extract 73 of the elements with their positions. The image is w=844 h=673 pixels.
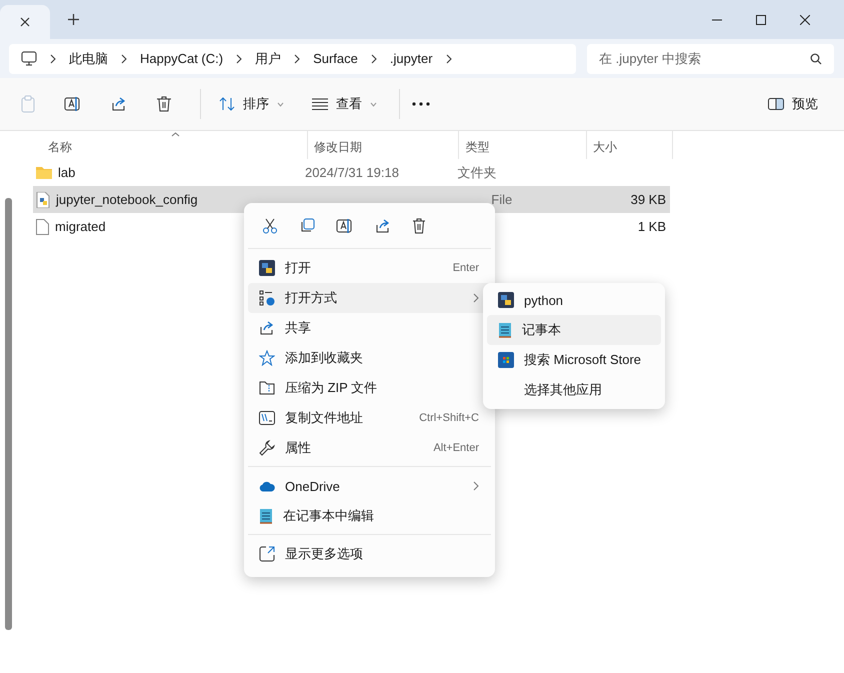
- breadcrumb[interactable]: Surface: [313, 51, 358, 66]
- sort-button[interactable]: 排序: [213, 91, 290, 117]
- chevron-icon[interactable]: [370, 54, 377, 64]
- size-cell: 39 KB: [630, 192, 666, 207]
- menu-item[interactable]: 打开 Enter: [248, 253, 491, 283]
- chevron-icon[interactable]: [294, 54, 300, 64]
- delete-icon[interactable]: [156, 95, 172, 113]
- python-file-icon: [36, 192, 50, 208]
- file-name: migrated: [55, 219, 106, 234]
- share-icon[interactable]: [375, 218, 391, 234]
- search-icon: [810, 52, 822, 64]
- view-button[interactable]: 查看: [306, 91, 383, 117]
- star-icon: [259, 350, 275, 366]
- maximize-icon[interactable]: [756, 14, 766, 24]
- menu-item[interactable]: 属性 Alt+Enter: [248, 433, 491, 463]
- close-icon[interactable]: [800, 14, 810, 24]
- python-icon: [259, 260, 275, 276]
- column-header[interactable]: 类型: [459, 131, 587, 159]
- menu-item[interactable]: 在记事本中编辑: [248, 501, 491, 531]
- store-icon: [498, 352, 514, 368]
- address-bar[interactable]: 此电脑 HappyCat (C:) 用户 Surface .jupyter: [9, 44, 576, 74]
- date-cell: 2024/7/31 19:18: [304, 165, 399, 180]
- preview-button[interactable]: 预览: [762, 91, 824, 117]
- type-cell: 文件夹: [457, 164, 496, 182]
- folder-icon: [36, 166, 52, 179]
- preview-pane-icon: [768, 98, 784, 110]
- close-icon[interactable]: [20, 17, 30, 27]
- type-cell: File: [491, 192, 512, 207]
- expand-icon: [259, 546, 275, 562]
- file-row[interactable]: lab 2024/7/31 19:18 文件夹: [33, 159, 670, 186]
- notepad-icon: [259, 508, 273, 524]
- breadcrumb[interactable]: .jupyter: [390, 51, 433, 66]
- scrollbar[interactable]: [5, 198, 12, 630]
- menu-item[interactable]: OneDrive: [248, 471, 491, 501]
- notepad-icon: [498, 322, 512, 338]
- sort-icon: [219, 97, 235, 111]
- copy-icon[interactable]: [299, 218, 315, 234]
- path-icon: [259, 411, 275, 425]
- breadcrumb[interactable]: HappyCat (C:): [140, 51, 224, 66]
- cloud-icon: [259, 480, 275, 492]
- chevron-icon[interactable]: [236, 54, 242, 64]
- breadcrumb[interactable]: 用户: [255, 50, 282, 68]
- delete-icon[interactable]: [412, 218, 426, 234]
- python-icon: [498, 292, 514, 308]
- chevron-icon[interactable]: [50, 54, 56, 64]
- menu-item[interactable]: 复制文件地址 Ctrl+Shift+C: [248, 403, 491, 433]
- file-name: jupyter_notebook_config: [56, 192, 198, 207]
- open-with-icon: [259, 290, 275, 306]
- chevron-icon[interactable]: [446, 54, 452, 64]
- menu-item[interactable]: 显示更多选项: [248, 539, 491, 569]
- file-icon: [36, 218, 49, 234]
- rename-icon[interactable]: [336, 218, 354, 234]
- plus-icon[interactable]: [68, 14, 79, 25]
- menu-item[interactable]: 记事本: [487, 315, 661, 345]
- monitor-icon: [21, 51, 37, 66]
- search-field[interactable]: 在 .jupyter 中搜索: [587, 44, 834, 74]
- file-row[interactable]: migrated 1 KB: [33, 213, 670, 240]
- chevron-icon[interactable]: [121, 54, 127, 64]
- column-header[interactable]: 名称: [33, 131, 308, 159]
- zip-folder-icon: [259, 381, 275, 395]
- size-cell: 1 KB: [638, 219, 666, 234]
- column-header[interactable]: 修改日期: [308, 131, 460, 159]
- wrench-icon: [259, 440, 275, 456]
- column-header[interactable]: 大小: [586, 131, 673, 159]
- rename-icon[interactable]: [64, 95, 82, 113]
- breadcrumb[interactable]: 此电脑: [69, 50, 108, 68]
- cut-icon[interactable]: [262, 218, 278, 234]
- file-name: lab: [58, 165, 76, 180]
- share-icon: [259, 320, 275, 336]
- list-icon: [312, 98, 328, 110]
- more-icon[interactable]: [412, 102, 430, 106]
- caret-icon: [370, 102, 377, 106]
- caret-icon: [277, 102, 284, 106]
